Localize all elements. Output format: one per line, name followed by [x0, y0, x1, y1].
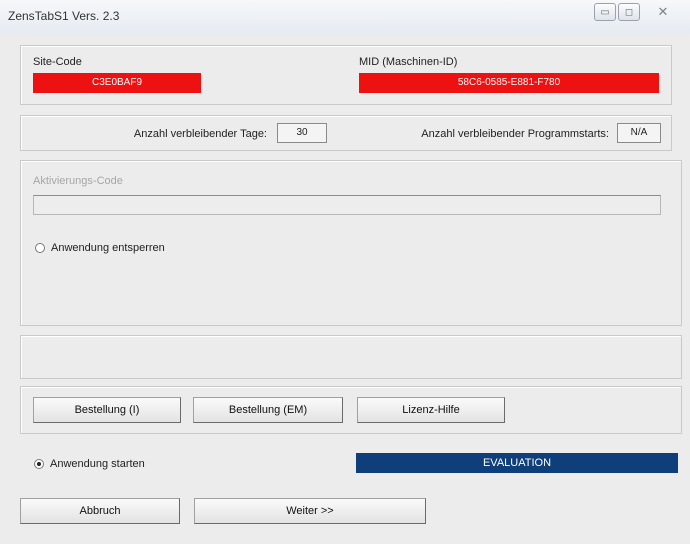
start-app-option[interactable]: Anwendung starten	[34, 458, 145, 470]
codes-group: Site-Code C3E0BAF9 MID (Maschinen-ID) 58…	[20, 45, 672, 105]
title-bar[interactable]: ZensTabS1 Vers. 2.3 ▭ ◻ ✕	[0, 0, 690, 34]
window-title: ZensTabS1 Vers. 2.3	[8, 9, 120, 23]
license-help-button[interactable]: Lizenz-Hilfe	[357, 397, 505, 423]
message-group	[20, 335, 682, 379]
start-app-label: Anwendung starten	[50, 458, 145, 470]
minimize-icon[interactable]: ▭	[594, 3, 616, 21]
start-radio[interactable]	[34, 459, 44, 469]
starts-remaining-label: Anzahl verbleibender Programmstarts:	[421, 128, 609, 140]
days-remaining-label: Anzahl verbleibender Tage:	[133, 128, 267, 140]
unlock-radio[interactable]	[35, 243, 45, 253]
cancel-button[interactable]: Abbruch	[20, 498, 180, 524]
unlock-app-option[interactable]: Anwendung entsperren	[35, 242, 165, 254]
mid-label: MID (Maschinen-ID)	[359, 56, 458, 68]
next-button[interactable]: Weiter >>	[194, 498, 426, 524]
order-em-button[interactable]: Bestellung (EM)	[193, 397, 343, 423]
site-code-label: Site-Code	[33, 56, 82, 68]
site-code-value: C3E0BAF9	[33, 73, 201, 93]
days-remaining-value: 30	[277, 123, 327, 143]
counters-group: Anzahl verbleibender Tage: 30 Anzahl ver…	[20, 115, 672, 151]
activation-code-input[interactable]	[33, 195, 661, 215]
order-i-button[interactable]: Bestellung (I)	[33, 397, 181, 423]
close-icon[interactable]: ✕	[652, 3, 674, 21]
license-status-badge: EVALUATION	[356, 453, 678, 473]
activation-group: Aktivierungs-Code Anwendung entsperren	[20, 160, 682, 326]
mid-value: 58C6-0585-E881-F780	[359, 73, 659, 93]
starts-remaining-value: N/A	[617, 123, 661, 143]
order-buttons-group: Bestellung (I) Bestellung (EM) Lizenz-Hi…	[20, 386, 682, 434]
app-window: ZensTabS1 Vers. 2.3 ▭ ◻ ✕ Site-Code C3E0…	[0, 0, 690, 544]
maximize-icon[interactable]: ◻	[618, 3, 640, 21]
unlock-app-label: Anwendung entsperren	[51, 242, 165, 254]
activation-code-label: Aktivierungs-Code	[33, 175, 123, 187]
